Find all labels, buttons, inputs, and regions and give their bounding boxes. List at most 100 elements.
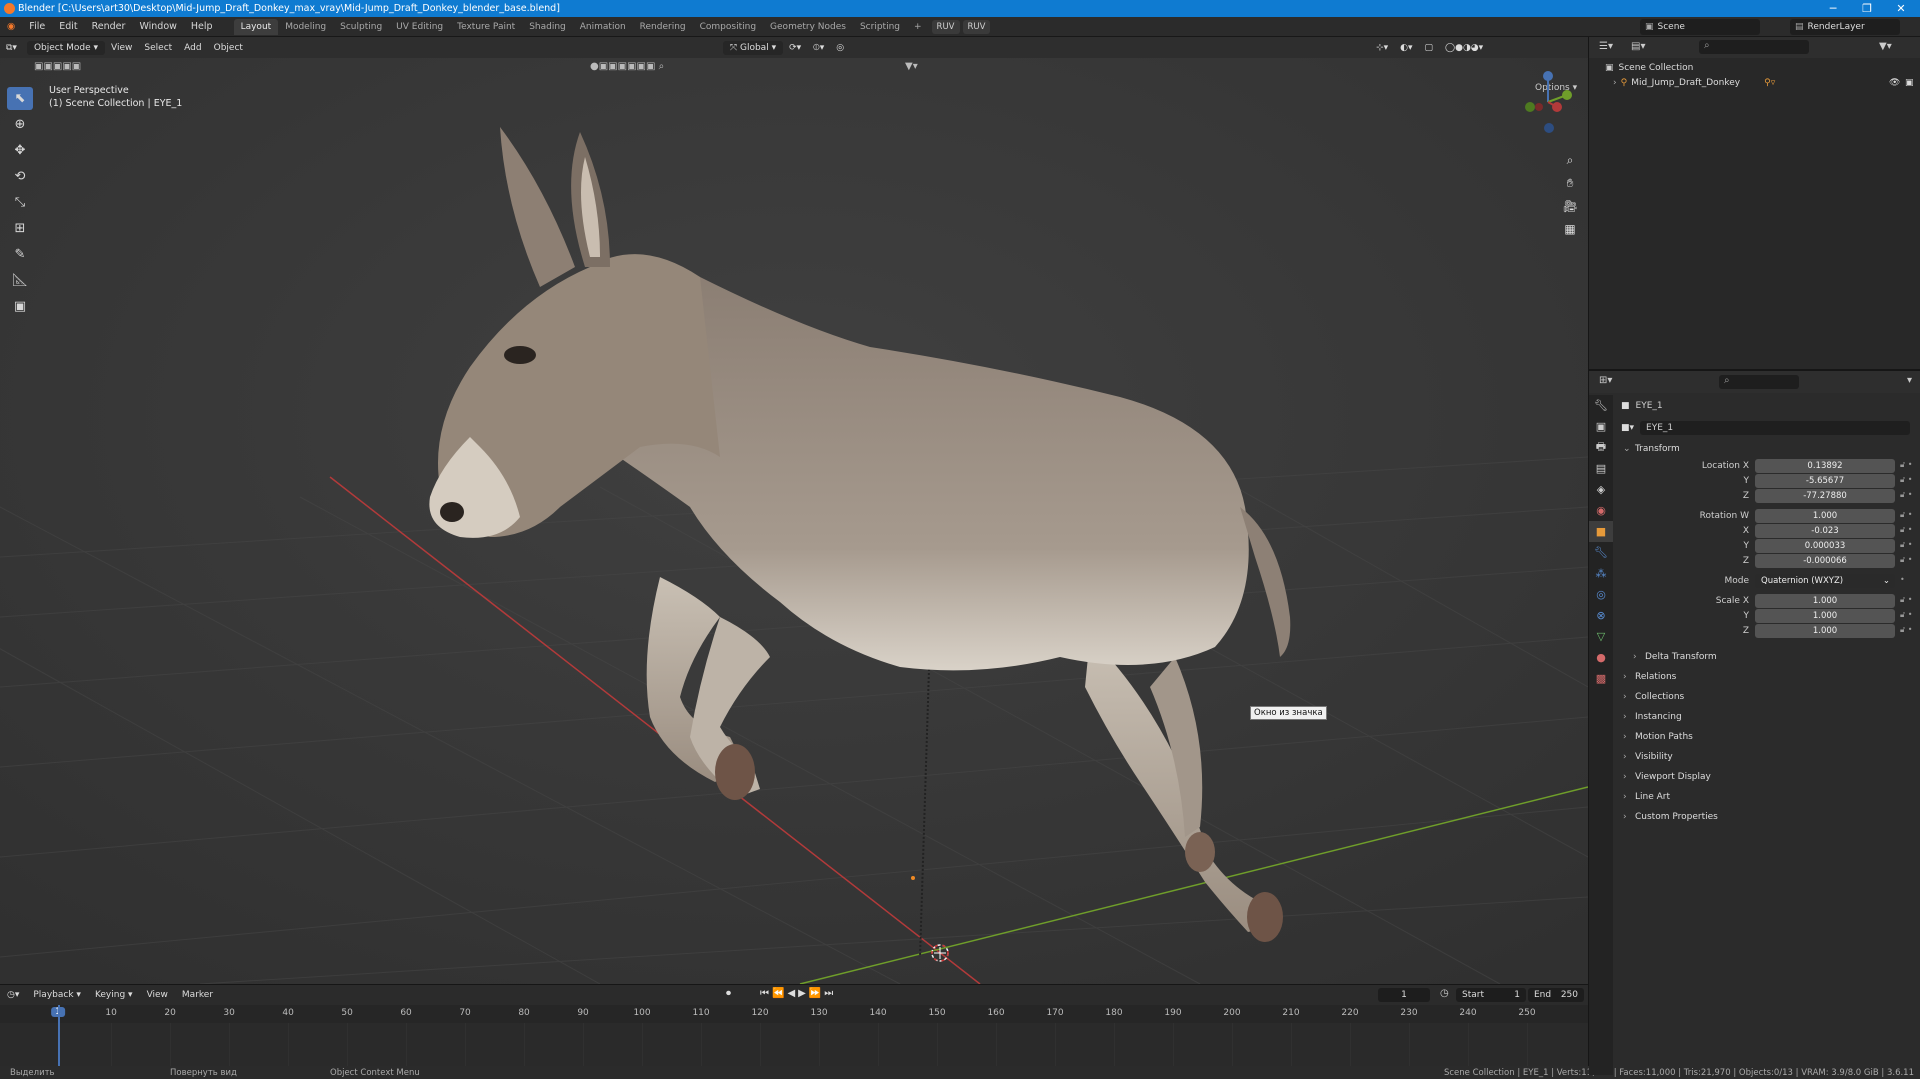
tab-texture-paint[interactable]: Texture Paint	[450, 19, 522, 35]
playback-controls-icon[interactable]: ⏮⏪◀▶⏩⏭	[760, 988, 836, 999]
collections-panel[interactable]: › Collections	[1613, 687, 1920, 707]
lock-icon[interactable]: 🔓︎ •	[1900, 490, 1912, 500]
add-cube-tool-icon[interactable]: ▣	[7, 295, 33, 318]
timeline-editor-icon[interactable]: ◷▾	[0, 990, 26, 1000]
scale-x-field[interactable]: 1.000	[1755, 594, 1895, 608]
tab-rendering[interactable]: Rendering	[633, 19, 693, 35]
proportional-edit-icon[interactable]: ◎	[830, 43, 850, 53]
blender-menu-icon[interactable]: ◉	[0, 21, 22, 32]
ruv-button-1[interactable]: RUV	[931, 19, 960, 34]
zoom-icon[interactable]: ⌕	[1560, 150, 1580, 170]
maximize-button[interactable]: ❐	[1850, 0, 1884, 17]
measure-tool-icon[interactable]: 📐︎	[7, 269, 33, 292]
tab-geometry-nodes[interactable]: Geometry Nodes	[763, 19, 853, 35]
scale-z-field[interactable]: 1.000	[1755, 624, 1895, 638]
lock-icon[interactable]: 🔓︎ •	[1900, 475, 1912, 485]
outliner-filter-icon[interactable]: ▼▾	[1879, 41, 1892, 52]
lock-icon[interactable]: 🔓︎ •	[1900, 625, 1912, 635]
ruv-button-2[interactable]: RUV	[962, 19, 991, 34]
xray-icon[interactable]: ▢	[1419, 43, 1440, 53]
location-z-field[interactable]: -77.27880	[1755, 489, 1895, 503]
lock-icon[interactable]: 🔓︎ •	[1900, 610, 1912, 620]
object-tab-icon[interactable]: ■	[1589, 521, 1613, 542]
playhead-line[interactable]	[58, 1005, 60, 1067]
motion-paths-panel[interactable]: › Motion Paths	[1613, 727, 1920, 747]
properties-editor-icon[interactable]: ⊞▾	[1599, 375, 1612, 386]
scale-y-field[interactable]: 1.000	[1755, 609, 1895, 623]
tool-tab-icon[interactable]: 🔧︎	[1589, 395, 1613, 416]
preview-range-icon[interactable]: ◷	[1440, 988, 1449, 999]
rotation-w-field[interactable]: 1.000	[1755, 509, 1895, 523]
render-layer-selector[interactable]: ▤ RenderLayer	[1790, 19, 1900, 35]
filter-icon[interactable]: ▼▾	[905, 61, 918, 72]
timeline-track-area[interactable]	[0, 1023, 1588, 1067]
scene-selector[interactable]: ▣ Scene	[1640, 19, 1760, 35]
properties-search-input[interactable]: ⌕	[1719, 375, 1799, 389]
transform-panel-header[interactable]: ⌄ Transform	[1613, 439, 1920, 459]
rotation-mode-dropdown[interactable]: Quaternion (WXYZ) ⌄	[1755, 574, 1895, 588]
lock-icon[interactable]: 🔓︎ •	[1900, 525, 1912, 535]
menu-select[interactable]: Select	[138, 43, 178, 53]
navigation-gizmo[interactable]	[1515, 69, 1575, 139]
tab-uv-editing[interactable]: UV Editing	[389, 19, 450, 35]
move-tool-icon[interactable]: ✥	[7, 139, 33, 162]
shading-modes-icon[interactable]: ◯●◑◕▾	[1439, 43, 1489, 53]
menu-edit[interactable]: Edit	[52, 21, 84, 32]
add-workspace-button[interactable]: +	[907, 19, 929, 35]
physics-tab-icon[interactable]: ◎	[1589, 584, 1613, 605]
camera-view-icon[interactable]: 🎥︎	[1560, 196, 1580, 216]
lock-icon[interactable]: 🔓︎ •	[1900, 595, 1912, 605]
close-button[interactable]: ✕	[1884, 0, 1918, 17]
gizmo-toggle-icon[interactable]: ⊹▾	[1370, 43, 1394, 53]
menu-object[interactable]: Object	[208, 43, 249, 53]
menu-add[interactable]: Add	[178, 43, 207, 53]
view-layer-tab-icon[interactable]: ▤	[1589, 458, 1613, 479]
location-x-field[interactable]: 0.13892	[1755, 459, 1895, 473]
render-camera-icon[interactable]: ▣	[1905, 78, 1914, 88]
delta-transform-panel[interactable]: › Delta Transform	[1613, 647, 1920, 667]
rotation-y-field[interactable]: 0.000033	[1755, 539, 1895, 553]
menu-help[interactable]: Help	[184, 21, 220, 32]
location-y-field[interactable]: -5.65677	[1755, 474, 1895, 488]
start-frame-field[interactable]: Start 1	[1456, 988, 1526, 1002]
object-name-input[interactable]: EYE_1	[1640, 421, 1911, 435]
lock-icon[interactable]: 🔓︎ •	[1900, 510, 1912, 520]
relations-panel[interactable]: › Relations	[1613, 667, 1920, 687]
menu-marker[interactable]: Marker	[175, 990, 220, 1000]
tab-layout[interactable]: Layout	[233, 18, 279, 35]
menu-file[interactable]: File	[22, 21, 52, 32]
autokey-record-icon[interactable]: ⏺	[726, 988, 731, 999]
scale-tool-icon[interactable]: ⤡	[7, 191, 33, 214]
rotate-tool-icon[interactable]: ⟲	[7, 165, 33, 188]
outliner-search-input[interactable]: ⌕	[1699, 40, 1809, 54]
outliner-editor-icon[interactable]: ☰▾	[1599, 41, 1613, 52]
line-art-panel[interactable]: › Line Art	[1613, 787, 1920, 807]
object-datablock-row[interactable]: ■▾ EYE_1	[1613, 417, 1920, 439]
viewport-display-panel[interactable]: › Viewport Display	[1613, 767, 1920, 787]
lock-icon[interactable]: 🔓︎ •	[1900, 460, 1912, 470]
pivot-icon[interactable]: ⟳▾	[783, 43, 807, 53]
menu-timeline-view[interactable]: View	[140, 990, 175, 1000]
mode-dropdown[interactable]: Object Mode ▾	[26, 40, 106, 55]
render-tab-icon[interactable]: ▣	[1589, 416, 1613, 437]
modifier-tab-icon[interactable]: 🔧︎	[1589, 542, 1613, 563]
tab-scripting[interactable]: Scripting	[853, 19, 907, 35]
visibility-panel[interactable]: › Visibility	[1613, 747, 1920, 767]
material-tab-icon[interactable]: ●	[1589, 647, 1613, 668]
world-tab-icon[interactable]: ◉	[1589, 500, 1613, 521]
properties-options-icon[interactable]: ▾	[1907, 375, 1912, 386]
current-frame-field[interactable]: 1	[1378, 988, 1430, 1002]
editor-type-icon[interactable]: ⧉▾	[0, 43, 23, 53]
rotation-x-field[interactable]: -0.023	[1755, 524, 1895, 538]
annotate-tool-icon[interactable]: ✎	[7, 243, 33, 266]
tab-shading[interactable]: Shading	[522, 19, 573, 35]
cursor-tool-icon[interactable]: ⊕	[7, 113, 33, 136]
texture-tab-icon[interactable]: ▩	[1589, 668, 1613, 689]
constraints-tab-icon[interactable]: ⊗	[1589, 605, 1613, 626]
tab-animation[interactable]: Animation	[573, 19, 633, 35]
outliner-item-donkey[interactable]: › ⚲ Mid_Jump_Draft_Donkey ⚲▿ 👁︎ ▣	[1589, 75, 1920, 90]
select-box-tool-icon[interactable]: ⬉	[7, 87, 33, 110]
menu-window[interactable]: Window	[132, 21, 183, 32]
instancing-panel[interactable]: › Instancing	[1613, 707, 1920, 727]
pan-hand-icon[interactable]: ✋︎	[1560, 173, 1580, 193]
